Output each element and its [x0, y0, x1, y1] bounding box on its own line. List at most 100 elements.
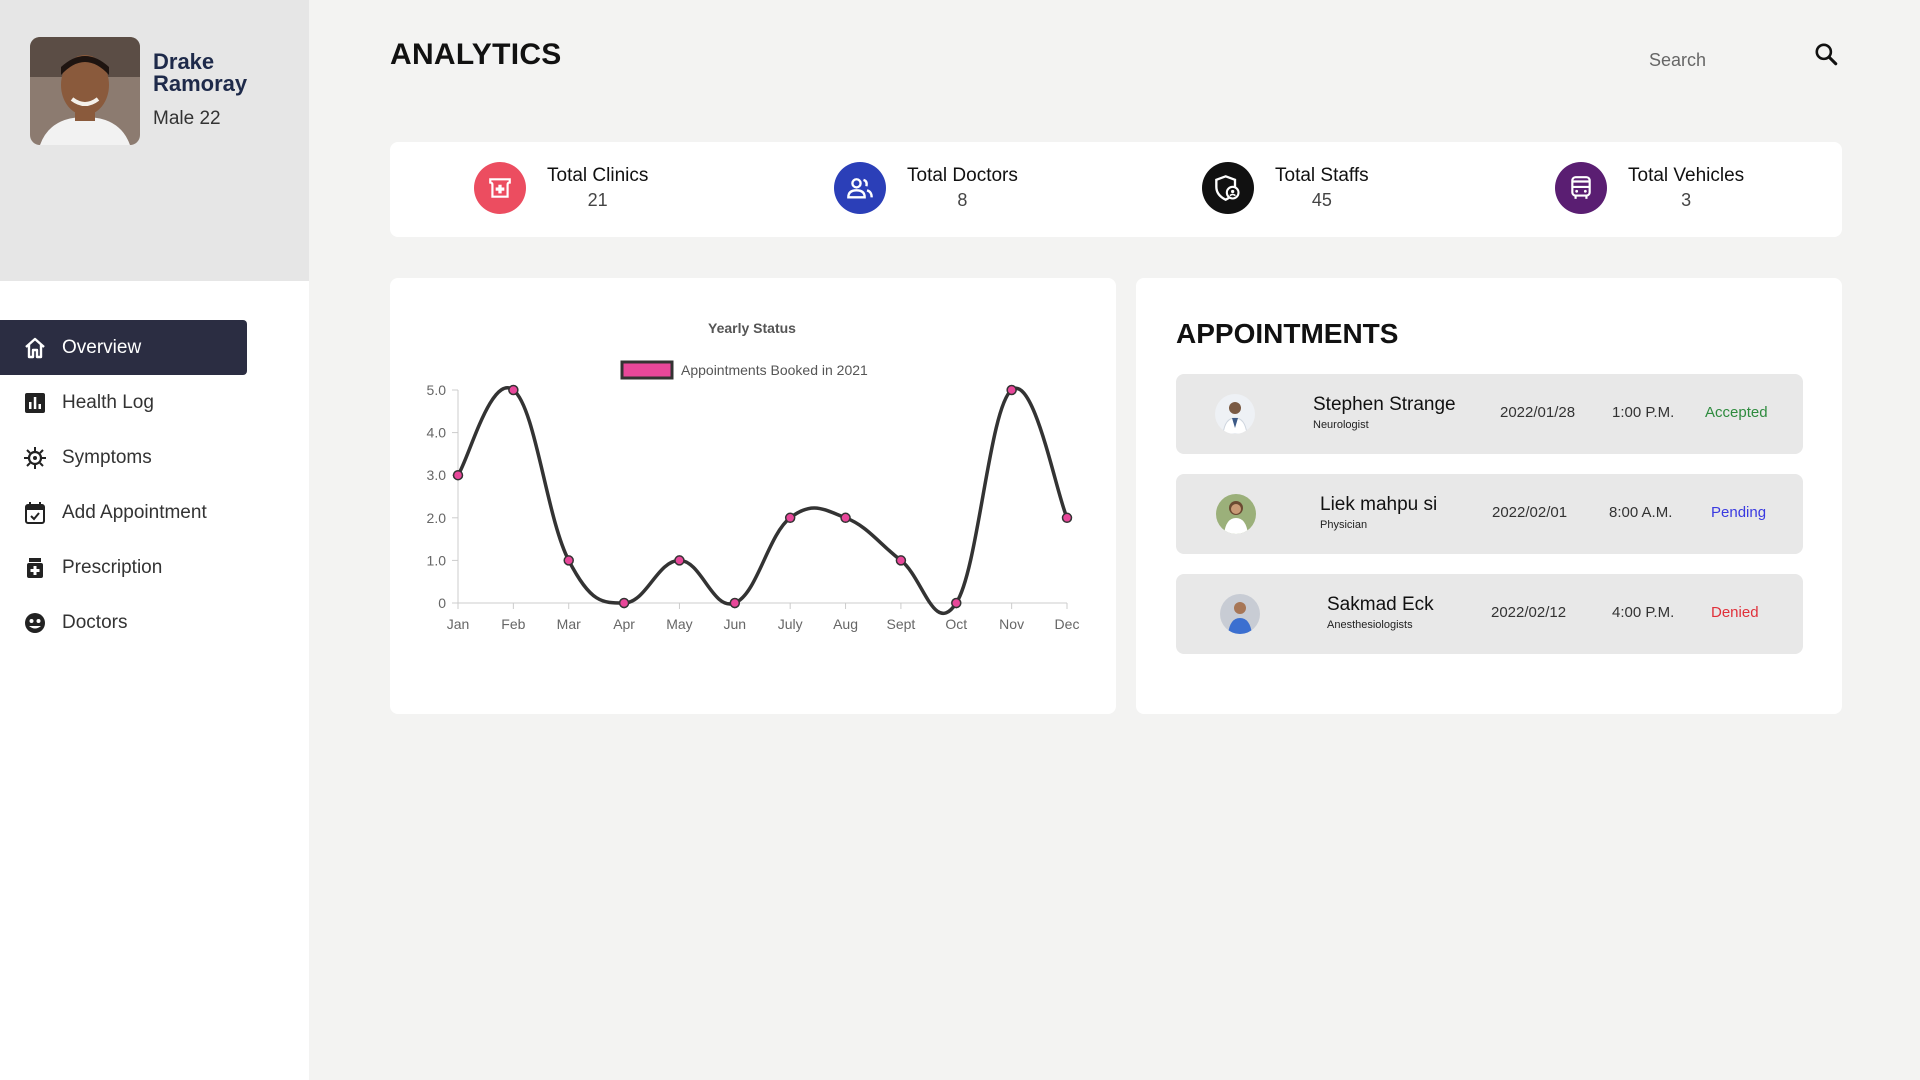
- x-tick-label: Apr: [613, 616, 635, 632]
- y-tick-label: 2.0: [427, 510, 447, 526]
- x-tick-label: Jun: [724, 616, 747, 632]
- stat-value: 8: [957, 190, 968, 210]
- bar-chart-icon: [22, 390, 48, 416]
- sidebar-item-health-log[interactable]: Health Log: [0, 375, 250, 430]
- doctor-avatar: [1216, 494, 1256, 534]
- appointment-row[interactable]: Sakmad Eck Anesthesiologists 2022/02/12 …: [1176, 574, 1803, 654]
- sidebar-item-label: Health Log: [62, 391, 154, 413]
- data-point[interactable]: [674, 555, 685, 566]
- search-icon[interactable]: [1812, 40, 1840, 68]
- profile-meta: Male 22: [153, 108, 221, 129]
- profile-avatar[interactable]: [30, 37, 140, 145]
- appointment-time: 8:00 A.M.: [1609, 504, 1673, 521]
- doctor-avatar: [1220, 594, 1260, 634]
- doctor-name: Liek mahpu si: [1320, 494, 1438, 515]
- page-title: ANALYTICS: [390, 38, 562, 71]
- y-tick-label: 1.0: [427, 552, 447, 568]
- stat-total-clinics[interactable]: Total Clinics 21: [474, 162, 648, 214]
- status-badge: Accepted: [1705, 404, 1768, 421]
- doctor-name: Stephen Strange: [1313, 394, 1456, 415]
- sidebar-item-symptoms[interactable]: Symptoms: [0, 430, 250, 485]
- stat-label: Total Clinics: [547, 165, 649, 186]
- stat-total-doctors[interactable]: Total Doctors 8: [834, 162, 1018, 214]
- sidebar-item-add-appointment[interactable]: Add Appointment: [0, 485, 250, 540]
- stat-label: Total Staffs: [1275, 165, 1369, 186]
- sidebar-nav: Overview Health Log Symptoms Add Appoint…: [0, 320, 250, 650]
- data-point[interactable]: [452, 469, 464, 481]
- stat-total-staffs[interactable]: Total Staffs 45: [1202, 162, 1369, 214]
- data-point[interactable]: [1061, 512, 1073, 524]
- appointment-date: 2022/01/28: [1500, 404, 1576, 421]
- bus-icon: [1555, 162, 1607, 214]
- data-point[interactable]: [1006, 384, 1017, 396]
- doctor-role: Anesthesiologists: [1327, 619, 1413, 631]
- doctor-role: Neurologist: [1313, 419, 1369, 431]
- profile-card: Drake Ramoray Male 22: [0, 0, 309, 281]
- sidebar-item-label: Prescription: [62, 556, 163, 578]
- sidebar-item-label: Symptoms: [62, 446, 152, 468]
- series-points: [452, 384, 1073, 609]
- y-tick-label: 4.0: [427, 425, 447, 441]
- stat-label: Total Doctors: [907, 165, 1018, 186]
- clinic-icon: [474, 162, 526, 214]
- doctor-role: Physician: [1320, 519, 1368, 531]
- chart-title: Yearly Status: [708, 320, 796, 336]
- sidebar: Drake Ramoray Male 22 Overview Health Lo…: [0, 0, 309, 1080]
- legend-swatch[interactable]: [620, 360, 674, 380]
- home-icon: [22, 335, 48, 361]
- doctor-avatar: [1215, 394, 1255, 434]
- search-input[interactable]: [1640, 41, 1790, 79]
- profile-name: Drake Ramoray: [153, 51, 303, 95]
- appointment-date: 2022/02/12: [1491, 604, 1567, 621]
- chart-card: Yearly Status Appointments Booked in 202…: [390, 278, 1116, 714]
- stat-label: Total Vehicles: [1628, 165, 1745, 186]
- y-tick-label: 5.0: [427, 382, 447, 398]
- x-tick-label: Nov: [999, 616, 1024, 632]
- appointments-title: APPOINTMENTS: [1176, 318, 1399, 349]
- data-point[interactable]: [563, 555, 574, 566]
- sidebar-item-prescription[interactable]: Prescription: [0, 540, 250, 595]
- appointments-card: APPOINTMENTS Stephen Strange Neurologist…: [1136, 278, 1842, 714]
- appointment-row[interactable]: Stephen Strange Neurologist 2022/01/28 1…: [1176, 374, 1803, 454]
- x-tick-label: July: [778, 616, 803, 632]
- data-point[interactable]: [729, 597, 741, 609]
- sidebar-item-doctors[interactable]: Doctors: [0, 595, 250, 650]
- data-point[interactable]: [784, 512, 796, 524]
- stat-total-vehicles[interactable]: Total Vehicles 3: [1555, 162, 1744, 214]
- appointment-time: 4:00 P.M.: [1612, 604, 1675, 621]
- data-point[interactable]: [840, 512, 851, 524]
- x-tick-label: Oct: [945, 616, 967, 632]
- staff-shield-icon: [1202, 162, 1254, 214]
- data-point[interactable]: [508, 384, 519, 396]
- series-line: [456, 386, 1069, 615]
- profile-first-name: Drake: [153, 49, 215, 74]
- x-tick-label: Dec: [1055, 616, 1080, 632]
- sidebar-item-overview[interactable]: Overview: [0, 320, 247, 375]
- stat-value: 3: [1681, 190, 1692, 210]
- search-bar: [1640, 40, 1840, 80]
- stat-value: 21: [587, 190, 608, 210]
- x-tick-label: Sept: [887, 616, 916, 632]
- appointment-row[interactable]: Liek mahpu si Physician 2022/02/01 8:00 …: [1176, 474, 1803, 554]
- doctor-name: Sakmad Eck: [1327, 594, 1434, 615]
- yearly-status-chart: Yearly Status Appointments Booked in 202…: [427, 320, 1080, 632]
- x-tick-label: Mar: [557, 616, 581, 632]
- data-point[interactable]: [618, 597, 630, 609]
- data-point[interactable]: [895, 555, 907, 566]
- x-tick-label: Aug: [833, 616, 858, 632]
- data-point[interactable]: [951, 597, 962, 609]
- sidebar-item-label: Doctors: [62, 611, 128, 633]
- profile-last-name: Ramoray: [153, 71, 248, 96]
- appointment-date: 2022/02/01: [1492, 504, 1568, 521]
- sidebar-item-label: Overview: [62, 336, 142, 358]
- legend-label[interactable]: Appointments Booked in 2021: [681, 362, 868, 378]
- calendar-check-icon: [22, 500, 48, 526]
- y-tick-label: 0: [438, 595, 446, 611]
- x-tick-label: May: [666, 616, 692, 632]
- virus-icon: [22, 445, 48, 471]
- medicine-icon: [22, 555, 48, 581]
- stat-value: 45: [1311, 190, 1332, 210]
- status-badge: Denied: [1711, 604, 1759, 621]
- x-tick-label: Feb: [501, 616, 525, 632]
- stats-card: Total Clinics 21 Total Doctors 8 Total S…: [390, 142, 1842, 237]
